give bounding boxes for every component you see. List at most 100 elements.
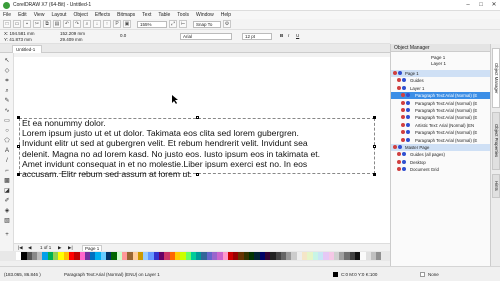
transparency-tool-icon[interactable]: ◪ [3, 187, 11, 195]
drawing-canvas[interactable]: Et ea nonummy dolor. Lorem ipsum justo u… [14, 53, 390, 243]
polygon-tool-icon[interactable]: ⬠ [3, 137, 11, 145]
connector-tool-icon[interactable]: ⌐ [3, 167, 11, 175]
interactive-fill-tool-icon[interactable]: ◈ [3, 207, 11, 215]
paste-icon[interactable]: ▤ [53, 20, 61, 28]
text-tool-icon[interactable]: A [3, 147, 11, 155]
ellipse-tool-icon[interactable]: ○ [3, 127, 11, 135]
menu-effects[interactable]: Effects [95, 12, 110, 18]
rotation-angle-field[interactable]: 0.0 [120, 33, 126, 38]
artistic-media-tool-icon[interactable]: ∿ [3, 107, 11, 115]
visibility-icons[interactable] [397, 159, 406, 164]
eyedropper-tool-icon[interactable]: ✐ [3, 197, 11, 205]
undo-icon[interactable]: ↶ [63, 20, 71, 28]
object-manager-page-row[interactable]: Master Page [391, 144, 491, 151]
visibility-icons[interactable] [393, 71, 402, 75]
menu-view[interactable]: View [34, 12, 45, 18]
parallel-dimension-tool-icon[interactable]: / [3, 157, 11, 165]
publish-pdf-icon[interactable]: P [113, 20, 121, 28]
object-manager-object-row[interactable]: Paragraph Text:Arial (Normal) (E [391, 92, 491, 100]
fill-swatch[interactable] [333, 272, 338, 277]
open-folder-icon[interactable]: ▭ [13, 20, 21, 28]
freehand-tool-icon[interactable]: ✎ [3, 97, 11, 105]
outline-swatch[interactable] [420, 272, 425, 277]
visibility-icons[interactable] [397, 152, 406, 157]
font-size-select[interactable]: 12 pt [242, 33, 272, 40]
zoom-level-select[interactable]: 155% [137, 20, 167, 28]
tab-object-properties[interactable]: Object Properties [492, 112, 500, 170]
rectangle-tool-icon[interactable]: ▭ [3, 117, 11, 125]
paragraph-text[interactable]: Et ea nonummy dolor. Lorem ipsum justo u… [22, 118, 382, 179]
bold-button[interactable]: B [280, 33, 283, 38]
object-manager-layer-row[interactable]: Document Grid [391, 166, 491, 173]
copy-icon[interactable]: ⧉ [43, 20, 51, 28]
full-screen-icon[interactable]: ⤢ [169, 20, 177, 28]
visibility-icons[interactable] [401, 100, 410, 105]
visibility-icons[interactable] [401, 137, 410, 142]
crop-tool-icon[interactable]: ⌗ [3, 77, 11, 85]
redo-icon[interactable]: ↷ [73, 20, 81, 28]
height-field[interactable]: 29.409 mm [60, 37, 83, 42]
menu-edit[interactable]: Edit [18, 12, 27, 18]
import-icon[interactable]: ↓ [93, 20, 101, 28]
object-manager-layer-row[interactable]: Layer 1 [391, 85, 491, 92]
visibility-icons[interactable] [397, 85, 406, 90]
font-family-select[interactable]: Arial [180, 33, 232, 40]
selection-handle[interactable] [17, 116, 20, 119]
visibility-icons[interactable] [401, 93, 410, 98]
x-position-field[interactable]: X: 194.581 mm [4, 31, 35, 36]
visibility-icons[interactable] [397, 167, 406, 172]
object-manager-layer-row[interactable]: Guides [391, 77, 491, 84]
width-field[interactable]: 152.209 mm [60, 31, 85, 36]
visibility-icons[interactable] [401, 122, 410, 127]
tab-untitled-1[interactable]: Untitled-1 [12, 45, 42, 53]
minimize-button[interactable]: – [462, 1, 474, 10]
menu-file[interactable]: File [3, 12, 11, 18]
menu-table[interactable]: Table [158, 12, 170, 18]
app-launcher-icon[interactable]: ▣ [123, 20, 131, 28]
menu-object[interactable]: Object [73, 12, 87, 18]
object-manager-object-row[interactable]: Paragraph Text:Arial (Normal) (E [391, 137, 491, 144]
shape-tool-icon[interactable]: ◇ [3, 67, 11, 75]
object-manager-object-row[interactable]: Paragraph Text:Arial (Normal) (E [391, 129, 491, 136]
search-icon[interactable]: ⌕ [83, 20, 91, 28]
tab-object-manager[interactable]: Object Manager [492, 48, 500, 108]
maximize-button[interactable]: □ [475, 1, 487, 10]
object-manager-page-row[interactable]: Page 1 [391, 70, 491, 77]
visibility-icons[interactable] [393, 145, 402, 149]
save-icon[interactable]: ▪ [23, 20, 31, 28]
menu-help[interactable]: Help [221, 12, 231, 18]
gear-icon[interactable]: ⚙ [223, 20, 231, 28]
menu-bitmaps[interactable]: Bitmaps [117, 12, 135, 18]
italic-button[interactable]: I [288, 33, 289, 38]
object-manager-layer-row[interactable]: Guides (all pages) [391, 151, 491, 158]
selection-handle[interactable] [17, 145, 20, 148]
snap-to-dropdown[interactable]: Snap To [193, 20, 221, 28]
object-manager-object-row[interactable]: Artistic Text: Arial (Normal) (EN [391, 122, 491, 129]
menu-text[interactable]: Text [142, 12, 151, 18]
underline-button[interactable]: U [296, 33, 299, 38]
tab-hints[interactable]: Hints [492, 174, 500, 198]
palette-swatch[interactable] [376, 252, 382, 260]
menu-layout[interactable]: Layout [51, 12, 66, 18]
menu-tools[interactable]: Tools [177, 12, 189, 18]
visibility-icons[interactable] [401, 115, 410, 120]
new-document-icon[interactable]: □ [3, 20, 11, 28]
add-tool-icon[interactable]: + [3, 231, 11, 239]
menu-window[interactable]: Window [196, 12, 214, 18]
export-icon[interactable]: ↑ [103, 20, 111, 28]
visibility-icons[interactable] [401, 108, 410, 112]
pick-tool-icon[interactable]: ↖ [3, 57, 11, 65]
object-manager-object-row[interactable]: Paragraph Text:Arial (Normal) (E [391, 114, 491, 121]
selection-handle[interactable] [17, 173, 20, 176]
object-manager-object-row[interactable]: Paragraph Text:Arial (Normal) (E [391, 107, 491, 114]
object-manager-layer-row[interactable]: Desktop [391, 159, 491, 166]
zoom-tool-icon[interactable]: ⌕ [3, 87, 11, 95]
object-manager-object-row[interactable]: Paragraph Text:Arial (Normal) (E [391, 100, 491, 107]
visibility-icons[interactable] [401, 130, 410, 135]
visibility-icons[interactable] [397, 78, 406, 83]
smart-fill-tool-icon[interactable]: ▧ [3, 217, 11, 225]
cut-icon[interactable]: ✂ [33, 20, 41, 28]
close-button[interactable]: ✕ [488, 1, 500, 10]
rulers-icon[interactable]: ⊢ [179, 20, 187, 28]
y-position-field[interactable]: Y: 41.873 mm [4, 37, 32, 42]
